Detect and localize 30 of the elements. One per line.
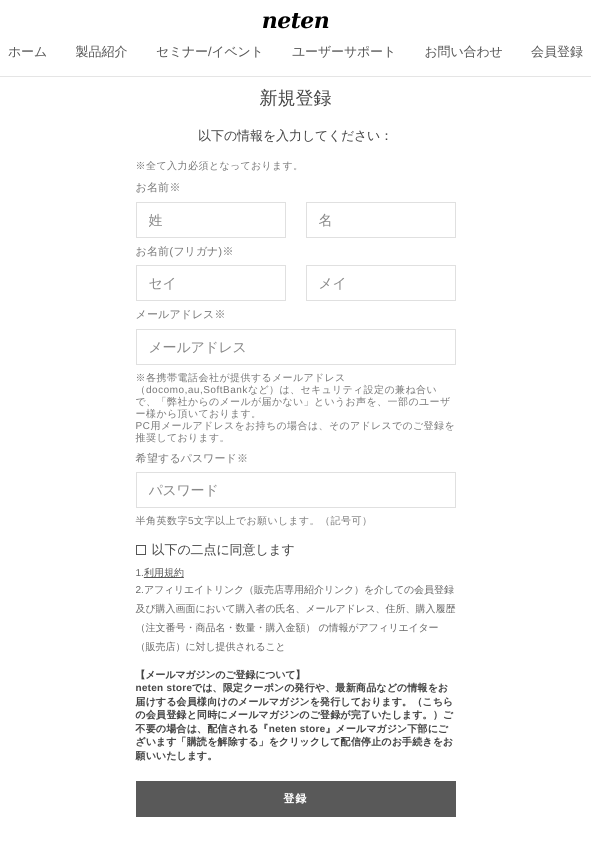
nav-link[interactable]: セミナー/イベント [156,42,264,62]
nav-link[interactable]: 会員登録 [530,42,583,62]
required-note: ※全て入力必須となっております。 [136,160,304,174]
agreement-text: 2.アフィリエイトリンク（販売店専用紹介リンク）を介しての会員登録及び購入画面において購入者の氏名、メールアドレス、住所、購入履歴（注文番号・商品名・数量・購入金額） の情報がアフィリエイター（販売店）に対し提供されること [136,584,456,654]
field-label: メールアドレス※ [136,308,227,323]
nav-link[interactable]: お問い合わせ [424,42,502,62]
terms-link[interactable]: 利用規約 [144,568,184,578]
field-label: 希望するパスワード※ [136,452,250,466]
logo[interactable]: neten [262,8,330,34]
input-field[interactable]: メールアドレス [136,328,456,364]
nav-link[interactable]: 製品紹介 [75,42,128,62]
checkbox-label: 以下の二点に同意します [152,541,294,559]
subtitle: 以下の情報を入力してください： [198,126,393,144]
newsletter-text: neten storeでは、限定クーポンの発行や、最新商品などの情報をお届けする会員様向けのメールマガジンを発行しております。（こちらの会員登録と同時にメールマガジンのご登録が完了いたします。）ご不要の場合は、配信される『neten store』メールマガジン下部にございます「購読を解除する」をクリックして配信停止のお手続きをお願いいたします。 [136,682,454,763]
input-field[interactable]: メイ [306,265,456,301]
list-number: 1. [136,568,144,578]
input-field[interactable]: パスワード [136,472,456,508]
checkbox[interactable] [136,544,146,555]
input-field[interactable]: 姓 [136,202,286,238]
register-button[interactable]: 登録 [136,781,456,817]
field-note: ※各携帯電話会社が提供するメールアドレス（docomo,au,SoftBankなど）は、セキュリティ設定の兼ね合いで、「弊社からのメールが届かない」というお声を、一部のユーザー様から頂いております。 PC用メールアドレスをお持ちの場合は、そのアドレスでのご登録を推奨しております。 [136,372,456,444]
newsletter-heading: 【メールマガジンのご登録について】 [136,668,306,682]
nav-link[interactable]: ユーザーサポート [292,42,396,62]
input-field[interactable]: セイ [136,265,286,301]
input-field[interactable]: 名 [306,202,456,238]
page-title: 新規登録 [260,86,332,110]
nav-link[interactable]: ホーム [8,42,47,62]
field-note: 半角英数字5文字以上でお願いします。（記号可） [136,516,374,528]
field-label: お名前※ [136,181,182,196]
field-label: お名前(フリガナ)※ [136,244,235,260]
